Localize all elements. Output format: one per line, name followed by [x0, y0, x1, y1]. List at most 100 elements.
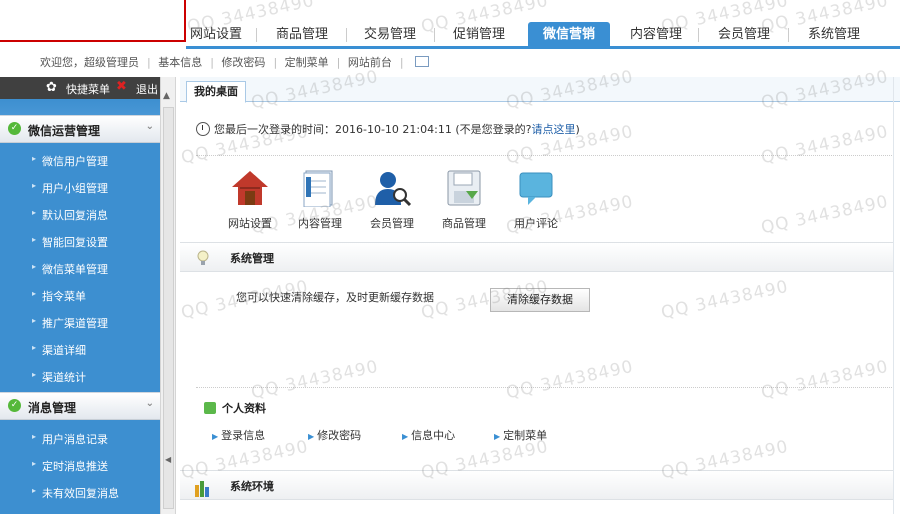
sidebar-group-messages[interactable]: ✓ 消息管理 ⌄ — [0, 392, 160, 420]
link-change-password[interactable]: 修改密码 — [221, 56, 265, 69]
link-custom-menu[interactable]: 定制菜单 — [285, 56, 329, 69]
sidebar-item[interactable]: ▸ 渠道详细 — [0, 335, 160, 362]
collapse-arrow-icon[interactable]: ◀ — [165, 455, 171, 464]
sidebar-item-label: 微信用户管理 — [42, 155, 108, 168]
nav-tab-promotions[interactable]: 促销管理 — [442, 22, 516, 46]
bar-chart-icon — [195, 481, 209, 497]
sidebar-item[interactable]: ▸ 渠道统计 — [0, 362, 160, 389]
bullet-arrow-icon: ▸ — [32, 316, 37, 325]
sidebar-item-label: 微信菜单管理 — [42, 263, 108, 276]
top-header: 网站设置 商品管理 交易管理 促销管理 微信营销 内容管理 会员管理 系统管理 … — [0, 0, 900, 72]
bullet-arrow-icon: ▸ — [32, 208, 37, 217]
sidebar-item[interactable]: ▸ 微信菜单管理 — [0, 254, 160, 281]
nav-tab-system[interactable]: 系统管理 — [798, 22, 870, 46]
sidebar-item[interactable]: ▸ 智能回复设置 — [0, 227, 160, 254]
profile-link-label: 信息中心 — [411, 429, 456, 442]
bullet-arrow-icon: ▸ — [32, 343, 37, 352]
bullet-arrow-icon: ▶ — [402, 432, 409, 441]
mail-icon[interactable] — [415, 56, 430, 67]
quick-icon-content[interactable]: 内容管理 — [290, 167, 350, 233]
sidebar-item-label: 用户小组管理 — [42, 182, 108, 195]
speech-bubble-icon — [519, 172, 553, 205]
quick-icon-label: 内容管理 — [298, 217, 342, 230]
profile-link-info-center[interactable]: ▶ 信息中心 — [402, 427, 455, 443]
clear-cache-button[interactable]: 清除缓存数据 — [490, 288, 590, 312]
bullet-arrow-icon: ▸ — [32, 154, 37, 163]
logo-area — [0, 0, 186, 42]
quick-icon-comments[interactable]: 用户评论 — [506, 167, 566, 233]
gear-icon[interactable]: ✿ — [46, 80, 57, 95]
sidebar-item[interactable]: ▸ 微信用户管理 — [0, 146, 160, 173]
check-icon: ✓ — [8, 122, 21, 135]
nav-tab-content[interactable]: 内容管理 — [618, 22, 694, 46]
exit-button[interactable]: 退出 — [136, 81, 158, 97]
tab-bar: 我的桌面 — [180, 77, 900, 103]
link-site-frontend[interactable]: 网站前台 — [348, 56, 392, 69]
sidebar-item[interactable]: ▸ 未有效回复消息 — [0, 478, 160, 505]
quick-icon-members[interactable]: 会员管理 — [362, 167, 422, 233]
profile-link-label: 定制菜单 — [503, 429, 548, 442]
quick-icon-site-settings[interactable]: 网站设置 — [220, 167, 280, 233]
sidebar-item[interactable]: ▸ 定时消息推送 — [0, 451, 160, 478]
bullet-arrow-icon: ▸ — [32, 459, 37, 468]
nav-divider — [256, 28, 257, 42]
bullet-arrow-icon: ▶ — [308, 432, 315, 441]
nav-tab-transactions[interactable]: 交易管理 — [354, 22, 426, 46]
sidebar-item[interactable]: ▸ 指令菜单 — [0, 281, 160, 308]
nav-divider — [434, 28, 435, 42]
click-here-link[interactable]: 请点这里 — [531, 123, 575, 136]
sidebar-item-label: 定时消息推送 — [42, 460, 108, 473]
section-system-environment: 系统环境 — [180, 470, 894, 500]
nav-tab-wechat-marketing[interactable]: 微信营销 — [528, 22, 610, 46]
link-basic-info[interactable]: 基本信息 — [158, 56, 202, 69]
sidebar-item-label: 未有效回复消息 — [42, 487, 119, 500]
nav-tab-site-settings[interactable]: 网站设置 — [186, 22, 246, 46]
close-icon[interactable]: ✖ — [116, 79, 127, 94]
bullet-arrow-icon: ▸ — [32, 289, 37, 298]
nav-tab-members[interactable]: 会员管理 — [706, 22, 782, 46]
profile-link-label: 登录信息 — [221, 429, 266, 442]
sidebar-item[interactable]: ▸ 推广渠道管理 — [0, 308, 160, 335]
sidebar-group-label: 消息管理 — [28, 401, 77, 415]
profile-link-change-password[interactable]: ▶ 修改密码 — [308, 427, 361, 443]
profile-icon — [204, 402, 216, 414]
main-nav: 网站设置 商品管理 交易管理 促销管理 微信营销 内容管理 会员管理 系统管理 — [186, 22, 900, 49]
scroll-up-icon[interactable]: ▲ — [163, 91, 170, 101]
quick-icon-label: 网站设置 — [228, 217, 272, 230]
divider: | — [273, 56, 278, 69]
bullet-arrow-icon: ▶ — [212, 432, 219, 441]
sidebar-item[interactable]: ▸ 用户消息记录 — [0, 424, 160, 451]
sidebar-item-label: 智能回复设置 — [42, 236, 108, 249]
section-title: 系统环境 — [230, 480, 274, 493]
bullet-arrow-icon: ▸ — [32, 370, 37, 379]
sidebar-scrollbar[interactable]: ▲ ◀ — [160, 77, 176, 514]
cache-row: 您可以快速清除缓存，及时更新缓存数据 清除缓存数据 — [236, 288, 590, 313]
not-you-text: (不是您登录的? — [455, 123, 532, 136]
section-profile: 个人资料 — [204, 400, 266, 418]
right-border — [893, 77, 894, 514]
quick-icon-products[interactable]: 商品管理 — [434, 167, 494, 233]
bullet-arrow-icon: ▶ — [494, 432, 501, 441]
tab-my-desktop[interactable]: 我的桌面 — [186, 81, 246, 103]
sidebar-item[interactable]: ▸ 用户小组管理 — [0, 173, 160, 200]
clock-icon — [196, 122, 210, 136]
profile-link-custom-menu[interactable]: ▶ 定制菜单 — [494, 427, 547, 443]
profile-link-label: 修改密码 — [317, 429, 362, 442]
sidebar-group-label: 微信运营管理 — [28, 124, 101, 138]
quick-icon-label: 用户评论 — [514, 217, 558, 230]
nav-divider — [346, 28, 347, 42]
divider — [196, 387, 892, 388]
nav-tab-products[interactable]: 商品管理 — [266, 22, 338, 46]
last-login-row: 您最后一次登录的时间：2016-10-10 21:04:11 (不是您登录的?请… — [196, 119, 580, 137]
bullet-arrow-icon: ▸ — [32, 432, 37, 441]
profile-link-login-info[interactable]: ▶ 登录信息 — [212, 427, 265, 443]
sidebar-item[interactable]: ▸ 默认回复消息 — [0, 200, 160, 227]
scroll-thumb[interactable] — [163, 107, 174, 509]
nav-divider — [788, 28, 789, 42]
sidebar-group-wechat-ops[interactable]: ✓ 微信运营管理 ⌄ — [0, 115, 160, 143]
divider: | — [147, 56, 151, 69]
bullet-arrow-icon: ▸ — [32, 235, 37, 244]
sidebar-item-label: 渠道统计 — [42, 371, 86, 384]
quick-menu-button[interactable]: 快捷菜单 — [66, 81, 110, 97]
sidebar-item-label: 推广渠道管理 — [42, 317, 108, 330]
